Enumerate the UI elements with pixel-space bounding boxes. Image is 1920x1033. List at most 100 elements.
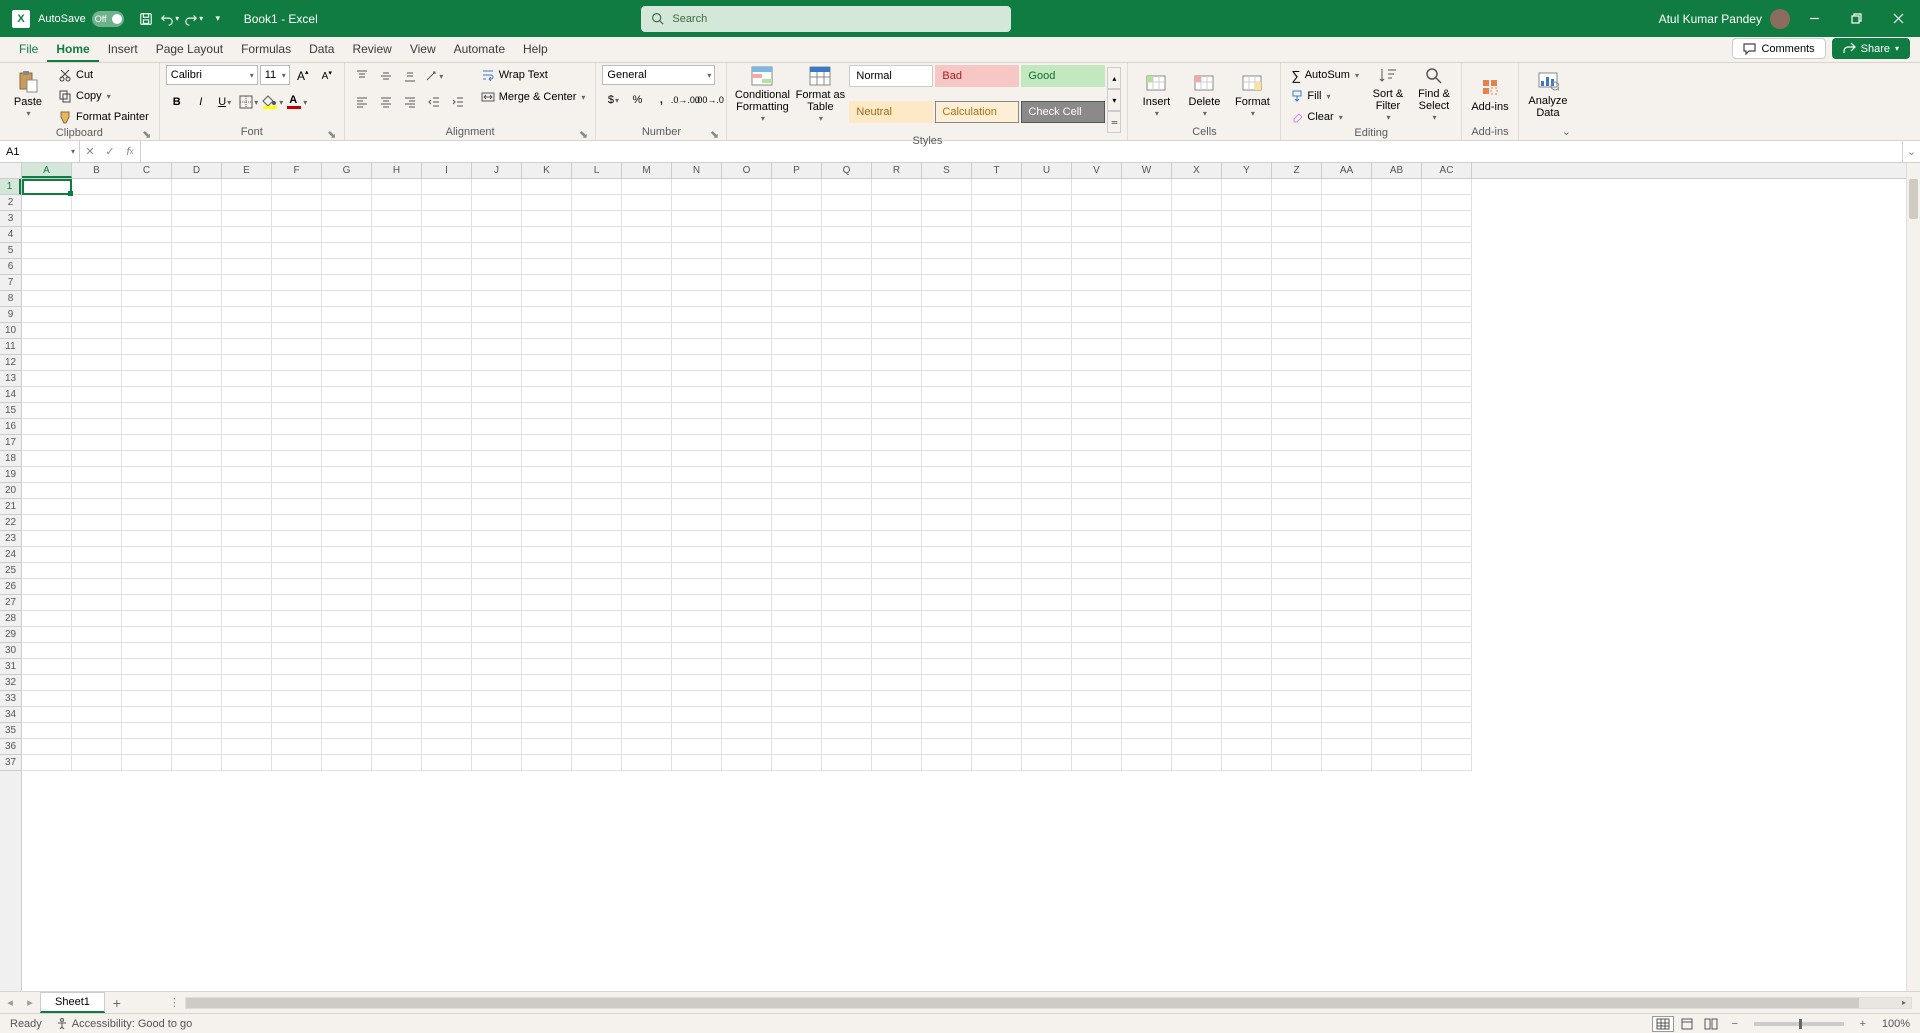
cell[interactable] xyxy=(472,179,522,195)
cell[interactable] xyxy=(422,227,472,243)
cell[interactable] xyxy=(1122,371,1172,387)
cell[interactable] xyxy=(122,659,172,675)
cell[interactable] xyxy=(172,739,222,755)
cell[interactable] xyxy=(222,243,272,259)
increase-indent-button[interactable] xyxy=(447,91,469,113)
row-header[interactable]: 35 xyxy=(0,723,21,739)
cell[interactable] xyxy=(72,739,122,755)
cell[interactable] xyxy=(1172,579,1222,595)
tab-data[interactable]: Data xyxy=(300,38,343,62)
cell[interactable] xyxy=(422,547,472,563)
row-header[interactable]: 15 xyxy=(0,403,21,419)
cell[interactable] xyxy=(1172,355,1222,371)
cell[interactable] xyxy=(772,355,822,371)
borders-button[interactable]: ▾ xyxy=(238,91,260,113)
column-header[interactable]: V xyxy=(1072,163,1122,178)
cell[interactable] xyxy=(522,515,572,531)
cell[interactable] xyxy=(322,307,372,323)
cell[interactable] xyxy=(172,323,222,339)
row-header[interactable]: 31 xyxy=(0,659,21,675)
cell[interactable] xyxy=(272,275,322,291)
cell[interactable] xyxy=(672,707,722,723)
cell[interactable] xyxy=(222,211,272,227)
cell[interactable] xyxy=(122,243,172,259)
cell[interactable] xyxy=(1272,291,1322,307)
cell[interactable] xyxy=(972,371,1022,387)
cell[interactable] xyxy=(472,291,522,307)
cell[interactable] xyxy=(422,595,472,611)
cell[interactable] xyxy=(972,707,1022,723)
cell[interactable] xyxy=(1122,403,1172,419)
cell[interactable] xyxy=(72,659,122,675)
cell[interactable] xyxy=(222,515,272,531)
cells-area[interactable] xyxy=(22,179,1906,991)
autosum-button[interactable]: ∑AutoSum▾ xyxy=(1287,65,1363,85)
cell[interactable] xyxy=(572,291,622,307)
cell[interactable] xyxy=(1022,739,1072,755)
cell[interactable] xyxy=(972,547,1022,563)
cell[interactable] xyxy=(72,627,122,643)
cell[interactable] xyxy=(572,403,622,419)
cell[interactable] xyxy=(472,467,522,483)
column-header[interactable]: S xyxy=(922,163,972,178)
tab-help[interactable]: Help xyxy=(514,38,557,62)
cell[interactable] xyxy=(472,739,522,755)
cell[interactable] xyxy=(322,339,372,355)
row-header[interactable]: 29 xyxy=(0,627,21,643)
cell[interactable] xyxy=(522,323,572,339)
cell[interactable] xyxy=(872,243,922,259)
cell[interactable] xyxy=(1272,371,1322,387)
cell[interactable] xyxy=(472,275,522,291)
cell[interactable] xyxy=(1222,707,1272,723)
cell[interactable] xyxy=(1322,563,1372,579)
column-header[interactable]: R xyxy=(872,163,922,178)
cell[interactable] xyxy=(372,675,422,691)
column-header[interactable]: Z xyxy=(1272,163,1322,178)
cell[interactable] xyxy=(1272,227,1322,243)
cell[interactable] xyxy=(122,355,172,371)
cell[interactable] xyxy=(1272,355,1322,371)
cell[interactable] xyxy=(272,467,322,483)
bold-button[interactable]: B xyxy=(166,91,188,113)
cell[interactable] xyxy=(872,739,922,755)
cell[interactable] xyxy=(772,435,822,451)
cell[interactable] xyxy=(872,195,922,211)
autosave-control[interactable]: AutoSave Off xyxy=(38,11,124,27)
cell[interactable] xyxy=(222,563,272,579)
cell[interactable] xyxy=(1322,755,1372,771)
cell[interactable] xyxy=(72,675,122,691)
cell[interactable] xyxy=(1172,259,1222,275)
cell[interactable] xyxy=(472,547,522,563)
row-header[interactable]: 24 xyxy=(0,547,21,563)
cell[interactable] xyxy=(422,611,472,627)
cell[interactable] xyxy=(372,387,422,403)
row-header[interactable]: 36 xyxy=(0,739,21,755)
cell[interactable] xyxy=(622,659,672,675)
cell[interactable] xyxy=(722,179,772,195)
cell[interactable] xyxy=(1122,211,1172,227)
cell[interactable] xyxy=(72,595,122,611)
cell[interactable] xyxy=(572,723,622,739)
cell[interactable] xyxy=(72,307,122,323)
cell[interactable] xyxy=(222,579,272,595)
cell[interactable] xyxy=(1272,643,1322,659)
cell[interactable] xyxy=(1322,707,1372,723)
cell[interactable] xyxy=(1122,563,1172,579)
cell[interactable] xyxy=(1322,291,1372,307)
row-header[interactable]: 6 xyxy=(0,259,21,275)
cell[interactable] xyxy=(172,707,222,723)
cell[interactable] xyxy=(1072,307,1122,323)
cell[interactable] xyxy=(922,611,972,627)
page-break-view-button[interactable] xyxy=(1700,1016,1722,1032)
cell-style-calculation[interactable]: Calculation xyxy=(935,101,1019,123)
cell[interactable] xyxy=(472,371,522,387)
column-header[interactable]: I xyxy=(422,163,472,178)
cell[interactable] xyxy=(272,339,322,355)
cell[interactable] xyxy=(22,627,72,643)
insert-cells-button[interactable]: Insert▾ xyxy=(1134,65,1178,123)
cell[interactable] xyxy=(1322,243,1372,259)
cell[interactable] xyxy=(1272,259,1322,275)
cell[interactable] xyxy=(922,195,972,211)
cell[interactable] xyxy=(572,355,622,371)
cell[interactable] xyxy=(972,195,1022,211)
